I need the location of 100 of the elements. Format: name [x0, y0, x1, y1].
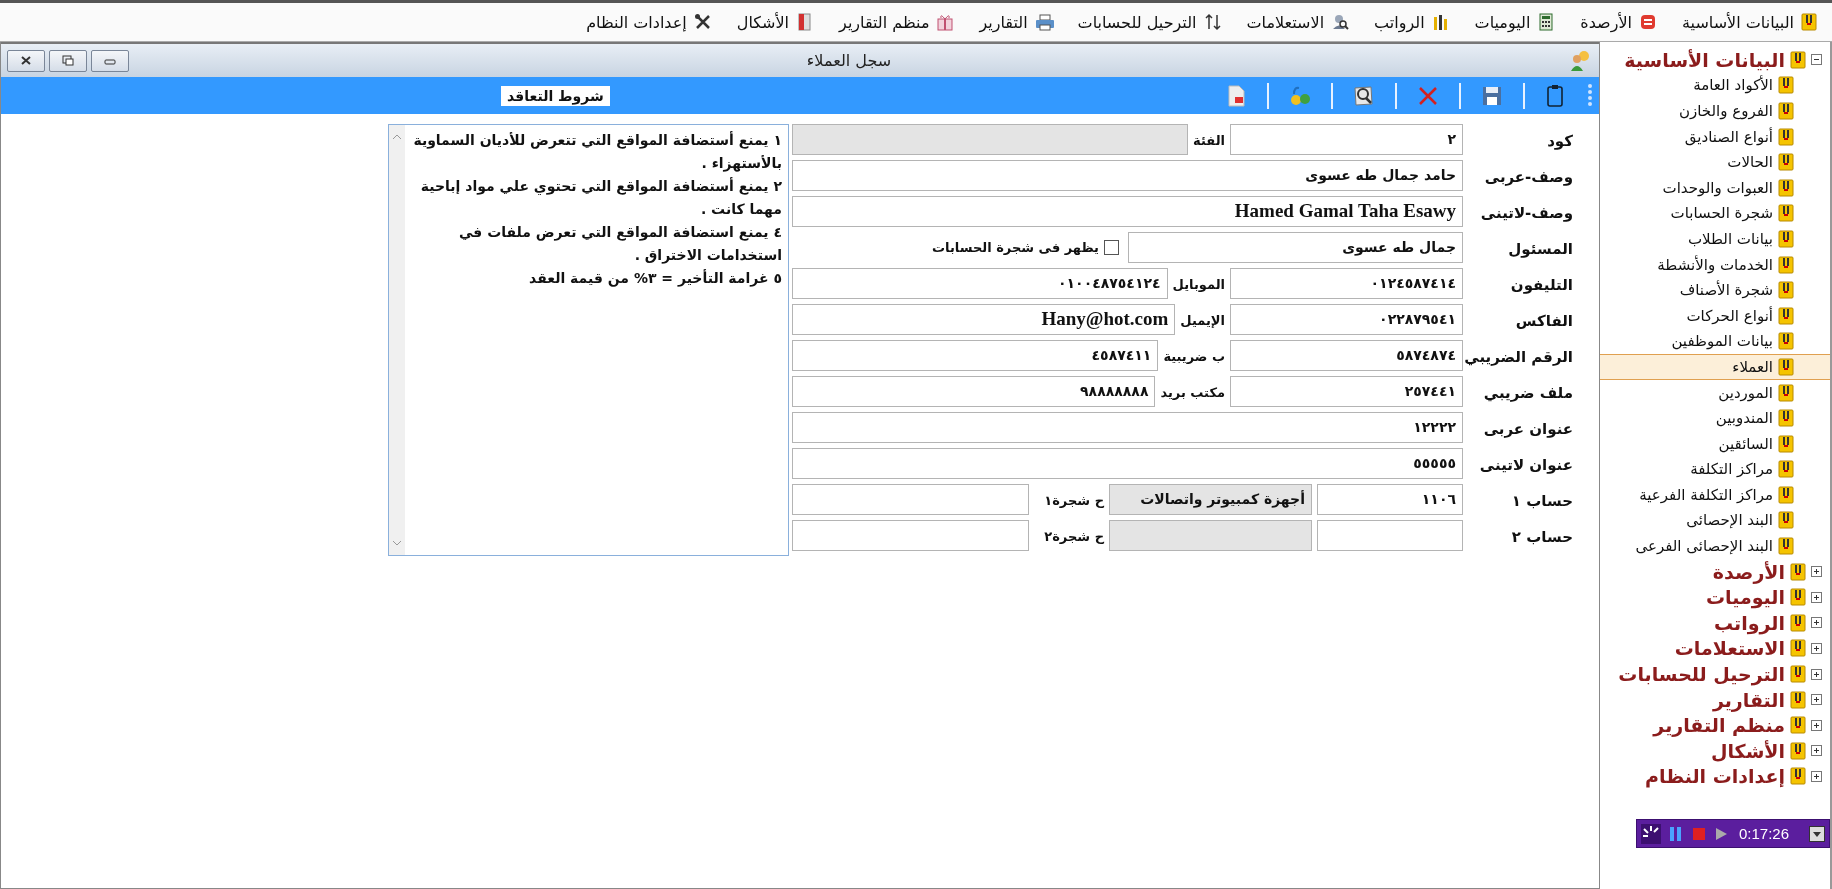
input-field[interactable]: ٩٨٨٨٨٨٨٨	[792, 376, 1156, 407]
menu-item[interactable]: الاستعلامات	[1246, 12, 1351, 32]
input-field[interactable]: Hany@hot.com	[792, 304, 1176, 335]
tree-item[interactable]: شجرة الحسابات	[1600, 200, 1830, 227]
menu-item[interactable]: اليوميات	[1474, 12, 1557, 32]
book-icon	[1778, 76, 1794, 95]
expand-icon[interactable]	[1811, 642, 1822, 654]
text-area[interactable]	[388, 124, 789, 556]
field-label: الإيميل	[1180, 312, 1225, 330]
tree-item[interactable]: الاستعلامات	[1674, 637, 1785, 660]
dropdown-icon[interactable]	[1809, 825, 1825, 842]
collapse-icon[interactable]	[1811, 54, 1822, 66]
tree-item[interactable]: الترحيل للحسابات	[1618, 663, 1785, 686]
book-icon	[1790, 562, 1806, 581]
menu-item[interactable]: البيانات الأساسية	[1682, 12, 1820, 32]
field-label: حساب ١	[1510, 491, 1573, 512]
input-field[interactable]: ٥٥٥٥٥	[792, 448, 1463, 479]
tree-item[interactable]: الفروع والخازن	[1600, 98, 1830, 124]
tree-item[interactable]: مراكز التكلفة	[1600, 456, 1830, 483]
tree-item[interactable]: الموردين	[1600, 379, 1830, 406]
input-field[interactable]: ٠١٢٤٥٨٧٤١٤	[1230, 268, 1463, 299]
input-field[interactable]: ٠١٠٠٤٨٧٥٤١٢٤	[792, 268, 1168, 299]
expand-icon[interactable]	[1811, 591, 1822, 603]
tree-item[interactable]: المندوبين	[1600, 405, 1830, 431]
input-field[interactable]: ١١٠٦	[1317, 484, 1463, 515]
input-field[interactable]: حامد جمال طه عسوى	[792, 160, 1463, 191]
input-field[interactable]: ١٢٢٢٢	[792, 412, 1463, 443]
book-icon	[1778, 537, 1794, 556]
menu-item[interactable]: الرواتب	[1374, 12, 1451, 32]
input-field[interactable]: ٥٨٧٤٨٧٤	[1230, 340, 1463, 371]
tree-item[interactable]: الحالات	[1600, 149, 1830, 175]
restore-button[interactable]	[49, 49, 87, 72]
book-icon	[1778, 102, 1794, 120]
tree-item[interactable]: أنواع الحركات	[1600, 302, 1830, 329]
tree-item[interactable]: العبوات والوحدات	[1600, 174, 1830, 201]
scrollbar[interactable]	[389, 125, 405, 555]
text-line: ٤ يمنع استضافة المواقع التي تعرض ملفات في استخدامات الاختراق .	[457, 223, 782, 266]
menu-item[interactable]: إعدادات النظام	[586, 12, 713, 32]
input-field[interactable]: ٤٥٨٧٤١١	[792, 340, 1159, 371]
expand-icon[interactable]	[1811, 617, 1822, 629]
expand-icon[interactable]	[1811, 694, 1822, 706]
tree-item[interactable]: الأشكال	[1711, 739, 1785, 762]
pause-icon[interactable]	[1668, 824, 1684, 843]
text-line: ١ يمنع أستضافة المواقع التي تتعرض للأديان السماوية بالأستهزاء .	[413, 130, 782, 174]
tree-item[interactable]: البند الإحصائى	[1600, 507, 1830, 534]
book-icon	[1778, 460, 1794, 479]
tree-item[interactable]: أنواع الصناديق	[1600, 123, 1830, 150]
scroll-down-icon	[392, 540, 402, 547]
tree-item[interactable]: منظم التقارير	[1653, 714, 1785, 737]
tree-item[interactable]: الأرصدة	[1712, 560, 1785, 583]
expand-icon[interactable]	[1811, 668, 1822, 680]
input-field[interactable]	[1317, 520, 1463, 551]
text-line: ٢ يمنع أستضافة المواقع التي تحتوي علي مواد إباحية مهما كانت .	[419, 176, 782, 220]
input-field[interactable]: Hamed Gamal Taha Esawy	[792, 196, 1463, 227]
tree-item[interactable]: الأكواد العامة	[1600, 72, 1830, 99]
input-field[interactable]: ٢٥٧٤٤١	[1230, 376, 1463, 407]
expand-icon[interactable]	[1811, 719, 1822, 731]
printer-icon	[1034, 13, 1054, 31]
menu-item[interactable]: الأرصدة	[1580, 12, 1658, 32]
field-label: عنوان لاتينى	[1478, 455, 1573, 476]
input-field[interactable]: ٠٢٢٨٧٩٥٤١	[1230, 304, 1463, 335]
input-field[interactable]: جمال طه عسوى	[1128, 232, 1463, 263]
tree-item[interactable]: العملاء	[1600, 354, 1830, 380]
tree-item[interactable]: الخدمات والأنشطة	[1600, 251, 1830, 278]
tree-item[interactable]: شجرة الأصناف	[1600, 277, 1830, 303]
menu-item[interactable]: الأشكال	[736, 12, 816, 32]
book-icon	[1778, 204, 1794, 223]
tree-item[interactable]: التقارير	[1712, 688, 1785, 711]
field-label: وصف-لاتينى	[1479, 203, 1573, 224]
expand-icon[interactable]	[1811, 745, 1822, 757]
book-icon	[1790, 613, 1806, 632]
menu-item[interactable]: منظم التقارير	[839, 12, 956, 32]
field-label: ح شجرة١	[1043, 492, 1104, 510]
tree-item[interactable]: اليوميات	[1705, 586, 1785, 609]
play-icon[interactable]	[1714, 825, 1728, 842]
tree-item[interactable]: البند الإحصائى الفرعى	[1600, 533, 1830, 559]
book-icon	[1778, 178, 1794, 197]
expand-icon[interactable]	[1811, 770, 1822, 782]
close-button[interactable]	[7, 49, 45, 72]
tree-item[interactable]: بيانات الطلاب	[1600, 226, 1830, 252]
tree-item[interactable]: إعدادات النظام	[1645, 765, 1785, 788]
input-field[interactable]: ٢	[1230, 124, 1463, 155]
database-icon	[1639, 13, 1658, 31]
spinner-icon	[1641, 823, 1661, 844]
tree-item[interactable]: السائقين	[1600, 430, 1830, 457]
menu-item[interactable]: التقارير	[979, 12, 1054, 32]
scroll-up-icon	[392, 133, 402, 140]
minimize-button[interactable]	[91, 49, 129, 72]
tree-item[interactable]: مراكز التكلفة الفرعية	[1600, 482, 1830, 508]
checkbox[interactable]	[1104, 240, 1119, 255]
section-label: شروط التعاقد	[501, 85, 610, 106]
input-field[interactable]	[792, 520, 1029, 551]
input-field[interactable]	[792, 484, 1029, 515]
tree-item[interactable]: الرواتب	[1713, 611, 1785, 634]
menu-item[interactable]: الترحيل للحسابات	[1077, 12, 1223, 32]
book-icon	[1790, 690, 1806, 709]
tree-item[interactable]: البيانات الأساسية	[1624, 48, 1785, 71]
expand-icon[interactable]	[1811, 566, 1822, 578]
tree-item[interactable]: بيانات الموظفين	[1600, 328, 1830, 355]
field-label: وصف-عربى	[1483, 167, 1573, 188]
